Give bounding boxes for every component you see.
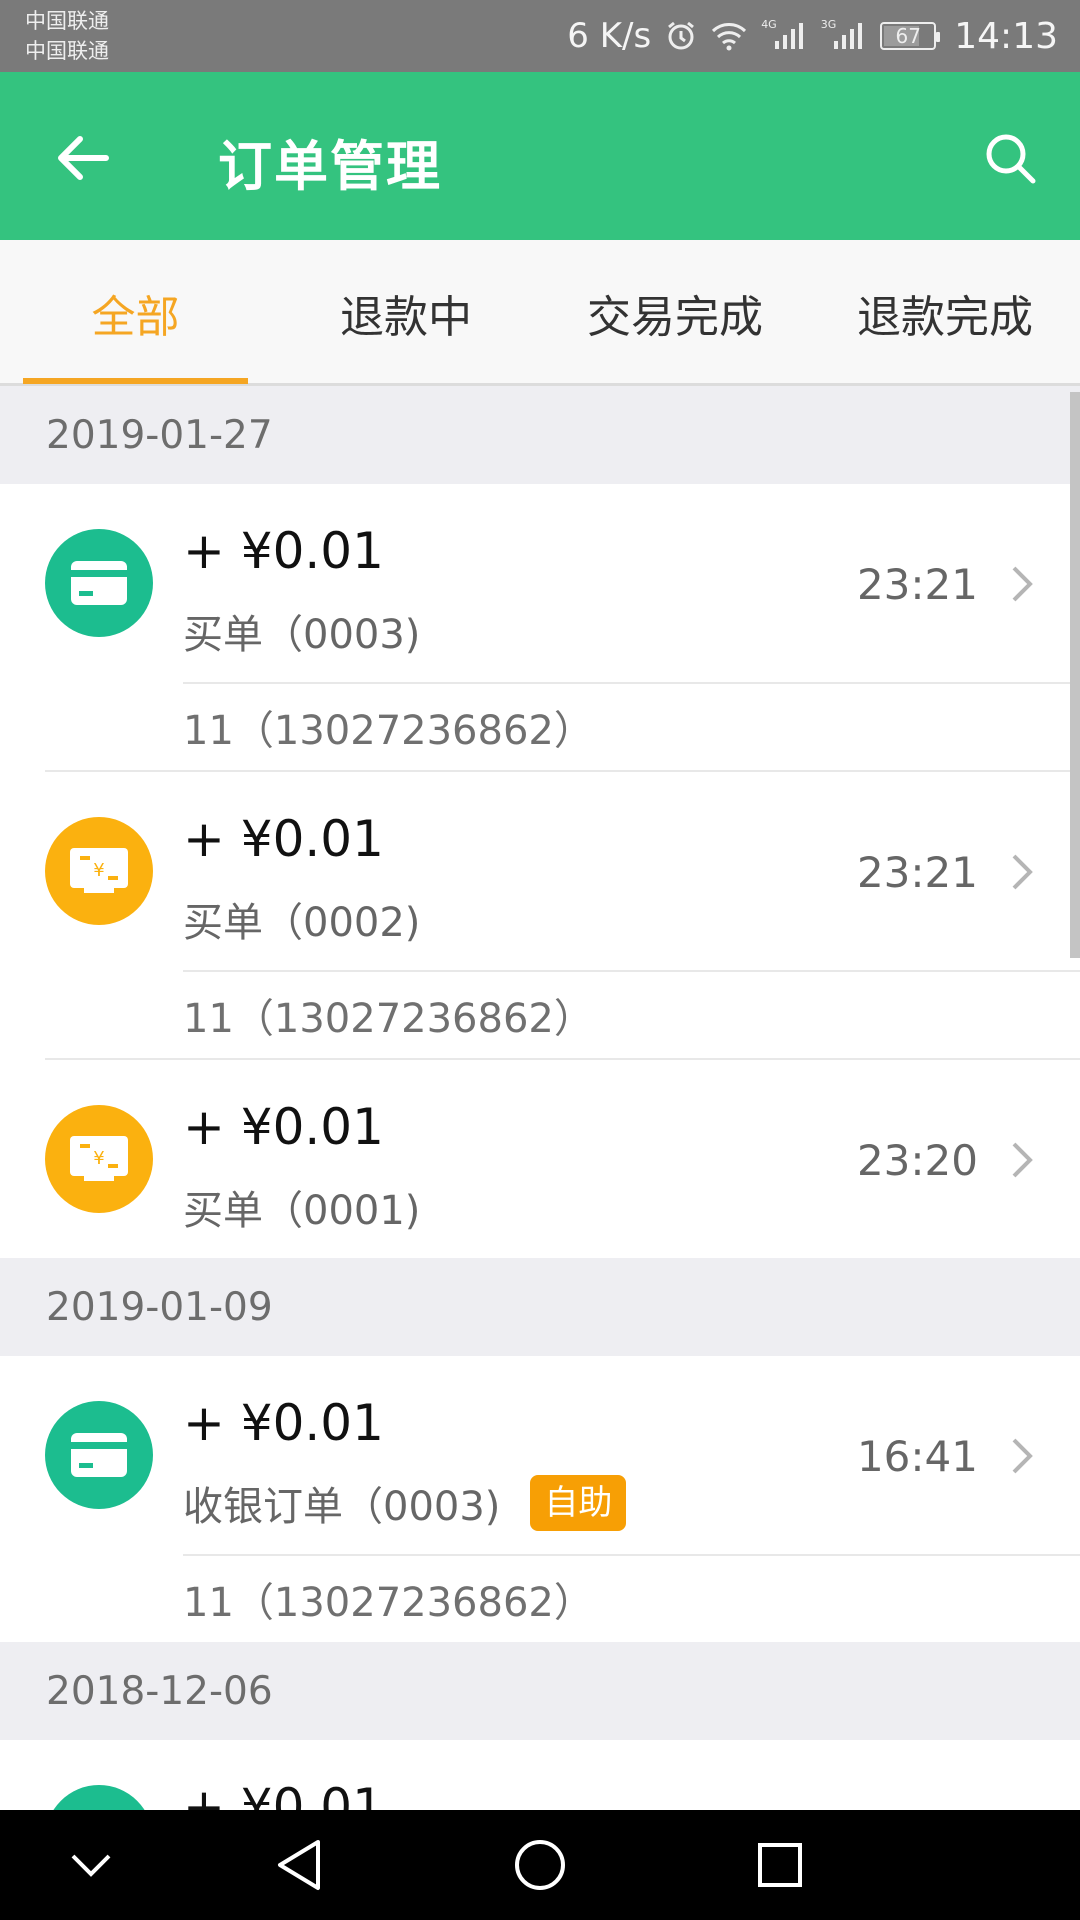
svg-text:¥: ¥ xyxy=(93,1148,104,1169)
date-header: 2018-12-06 xyxy=(0,1642,1080,1740)
order-customer: 11（13027236862） xyxy=(183,970,1080,1058)
order-item[interactable]: ¥ + ¥0.01 买单（0002) 23:21 11（13027236862） xyxy=(0,772,1080,1058)
order-time: 23:21 xyxy=(856,848,978,897)
order-amount: + ¥0.01 xyxy=(183,1098,384,1156)
date-header: 2019-01-27 xyxy=(0,386,1080,484)
svg-text:¥: ¥ xyxy=(93,860,104,881)
order-item[interactable]: ¥ + ¥0.01 买单（0001) 23:20 xyxy=(0,1060,1080,1258)
order-desc: 买单（0002) xyxy=(183,900,421,946)
cash-register-icon: ¥ xyxy=(45,817,153,925)
order-amount: + ¥0.01 xyxy=(183,1394,384,1452)
order-desc: 买单（0003) xyxy=(183,612,421,658)
order-item[interactable]: + ¥0.01 收银订单（0003) 自助 16:41 11（130272368… xyxy=(0,1356,1080,1642)
order-customer: 11（13027236862） xyxy=(183,682,1080,770)
self-service-badge: 自助 xyxy=(530,1475,627,1531)
network-speed: 6 K/s xyxy=(567,16,652,56)
nav-home-button[interactable] xyxy=(505,1830,575,1900)
carrier-2: 中国联通 xyxy=(25,39,109,63)
chevron-right-icon xyxy=(1012,854,1033,890)
order-list[interactable]: 2019-01-27 + ¥0.01 买单（0003) 23:21 11（130… xyxy=(0,386,1080,1810)
chevron-right-icon xyxy=(1012,1142,1033,1178)
filter-tabs: 全部 退款中 交易完成 退款完成 xyxy=(0,240,1080,386)
order-amount: + ¥0.01 xyxy=(183,1778,384,1810)
status-bar: 中国联通 中国联通 6 K/s 4G 3G 67 14:13 xyxy=(0,0,1080,72)
back-triangle-icon xyxy=(278,1840,320,1890)
battery-level: 67 xyxy=(895,24,921,48)
order-time: 23:20 xyxy=(856,1136,978,1185)
card-icon xyxy=(45,529,153,637)
date-header: 2019-01-09 xyxy=(0,1258,1080,1356)
nav-recents-button[interactable] xyxy=(745,1830,815,1900)
tab-all[interactable]: 全部 xyxy=(23,240,248,386)
status-indicators: 6 K/s 4G 3G 67 14:13 xyxy=(567,0,1058,72)
scrollbar[interactable] xyxy=(1070,392,1080,958)
order-amount: + ¥0.01 xyxy=(183,810,384,868)
tab-refunding[interactable]: 退款中 xyxy=(296,240,516,386)
order-time: 23:21 xyxy=(856,560,978,609)
card-icon xyxy=(45,1401,153,1509)
system-nav-bar xyxy=(0,1810,1080,1920)
nav-collapse-button[interactable] xyxy=(56,1830,126,1900)
cash-register-icon: ¥ xyxy=(45,1105,153,1213)
search-button[interactable] xyxy=(980,128,1040,188)
recents-square-icon xyxy=(758,1843,802,1887)
order-amount: + ¥0.01 xyxy=(183,522,384,580)
order-time: 16:41 xyxy=(856,1432,978,1481)
order-desc: 收银订单（0003) xyxy=(183,1484,501,1530)
alarm-icon xyxy=(665,20,697,52)
order-desc: 买单（0001) xyxy=(183,1188,421,1234)
carrier-1: 中国联通 xyxy=(25,9,109,33)
nav-back-button[interactable] xyxy=(264,1830,334,1900)
app-bar: 订单管理 xyxy=(0,72,1080,240)
arrow-left-icon xyxy=(58,136,109,180)
signal-3g-icon: 3G xyxy=(820,17,867,51)
home-circle-icon xyxy=(515,1840,565,1890)
chevron-right-icon xyxy=(1012,1438,1033,1474)
wifi-icon xyxy=(711,21,747,51)
search-icon xyxy=(986,134,1036,184)
chevron-right-icon xyxy=(1012,566,1033,602)
order-item[interactable]: + ¥0.01 xyxy=(0,1740,1080,1810)
tab-completed[interactable]: 交易完成 xyxy=(560,240,790,386)
page-title: 订单管理 xyxy=(218,135,442,198)
card-icon xyxy=(45,1785,153,1810)
tab-refund-completed[interactable]: 退款完成 xyxy=(830,240,1060,386)
signal-3g-label: 3G xyxy=(820,17,837,31)
status-clock: 14:13 xyxy=(954,15,1058,57)
signal-4g-icon: 4G xyxy=(761,17,807,51)
battery-icon: 67 xyxy=(880,22,941,50)
order-item[interactable]: + ¥0.01 买单（0003) 23:21 11（13027236862） xyxy=(0,484,1080,770)
active-tab-indicator xyxy=(23,378,248,384)
order-customer: 11（13027236862） xyxy=(183,1554,1080,1642)
back-button[interactable] xyxy=(50,126,114,190)
chevron-down-icon xyxy=(71,1854,111,1877)
signal-4g-label: 4G xyxy=(761,17,777,31)
